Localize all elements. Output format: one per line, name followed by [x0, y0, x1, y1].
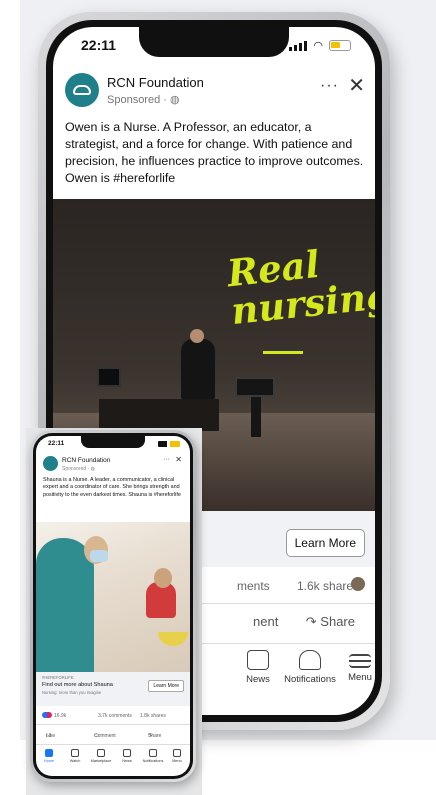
small-globe-icon: ◍	[90, 466, 96, 472]
small-menu-icon	[173, 749, 181, 757]
close-icon[interactable]: ✕	[348, 73, 365, 98]
post-header: RCN Foundation Sponsored · ◍ ··· ✕	[53, 71, 375, 115]
small-tab-marketplace[interactable]: Marketplace	[88, 749, 114, 763]
marketplace-icon	[97, 749, 105, 757]
sponsored-label: Sponsored · ◍	[107, 93, 180, 106]
tab-menu-label: Menu	[348, 672, 372, 683]
small-tab-marketplace-label: Marketplace	[90, 759, 112, 763]
small-comment-label: Comment	[94, 733, 116, 739]
small-share-label: Share	[148, 733, 162, 739]
news-icon	[247, 650, 269, 670]
small-tab-news[interactable]: News	[114, 749, 140, 763]
small-cta-bar: #HEREFORLIFE Find out more about Shauna …	[36, 672, 190, 706]
globe-icon: ◍	[169, 94, 180, 106]
stage-desk	[99, 399, 219, 431]
small-tab-watch[interactable]: Watch	[62, 749, 88, 763]
small-tab-home[interactable]: Home	[36, 749, 62, 763]
small-learn-more-button[interactable]: Learn More	[148, 680, 184, 692]
small-cta-title: Find out more about Shauna	[42, 682, 113, 688]
lectern-shape	[235, 377, 275, 397]
reaction-icons	[42, 712, 52, 718]
page-avatar[interactable]	[65, 73, 99, 107]
shares-count[interactable]: 1.6k shares	[297, 579, 359, 593]
face-mask	[90, 550, 108, 562]
small-page-name[interactable]: RCN Foundation	[62, 457, 110, 464]
yellow-bowl	[158, 632, 188, 646]
small-notch	[81, 436, 145, 448]
tab-menu[interactable]: Menu	[325, 650, 375, 683]
small-more-options-icon[interactable]: ···	[163, 456, 170, 463]
small-phone-screen: 22:11 RCN Foundation Sponsored · ◍ ··· ✕…	[36, 436, 190, 776]
signal-icon	[289, 40, 308, 51]
small-sponsored-text: Sponsored ·	[62, 466, 91, 472]
monitor-shape	[97, 367, 121, 387]
share-label: Share	[320, 614, 355, 629]
status-time: 22:11	[81, 37, 117, 53]
hero-rule	[263, 351, 303, 354]
small-post-text: Shauna is a Nurse. A leader, a communica…	[43, 477, 181, 498]
small-cta-subtitle: Nursing: more than you imagine	[42, 690, 102, 695]
ad-mockup-scene: 22:11 ◠ RCN Foundation Sponsored · ◍ ···…	[0, 0, 436, 795]
bell-icon	[299, 650, 321, 670]
small-likes-count[interactable]: 16.9k	[54, 713, 66, 719]
small-tab-notifications[interactable]: Notifications	[140, 749, 166, 763]
small-tab-watch-label: Watch	[69, 759, 81, 763]
notch	[139, 27, 289, 57]
status-icons: ◠	[289, 39, 351, 52]
small-news-icon	[123, 749, 131, 757]
sponsored-text: Sponsored ·	[107, 94, 170, 106]
viewer-avatar[interactable]	[351, 577, 365, 591]
small-cta-tag: #HEREFORLIFE	[42, 675, 74, 680]
small-tab-notifications-label: Notifications	[142, 759, 164, 763]
small-tab-home-label: Home	[43, 759, 55, 763]
hero-title: Real nursing	[225, 241, 375, 334]
share-icon: ↷	[305, 614, 321, 629]
share-button[interactable]: ↷ Share	[306, 614, 355, 630]
learn-more-button[interactable]: Learn More	[285, 529, 365, 557]
small-status-icons	[158, 441, 180, 447]
small-page-avatar[interactable]	[43, 456, 58, 471]
tab-news-label: News	[246, 674, 270, 685]
patient-head	[154, 568, 172, 588]
watch-icon	[71, 749, 79, 757]
presenter-head	[190, 329, 204, 343]
more-options-icon[interactable]: ···	[320, 77, 339, 95]
post-text: Owen is a Nurse. A Professor, an educato…	[65, 120, 364, 185]
small-ad-image[interactable]	[36, 522, 190, 672]
small-sponsored-label: Sponsored · ◍	[62, 466, 95, 472]
comments-count[interactable]: ments	[237, 579, 270, 593]
small-tab-menu[interactable]: Menu	[164, 749, 190, 763]
small-bottom-tab-bar: Home Watch Marketplace News Notification…	[36, 744, 190, 774]
small-tab-news-label: News	[122, 759, 132, 763]
small-close-icon[interactable]: ✕	[175, 455, 182, 464]
battery-icon	[329, 40, 351, 51]
small-like-label: Like	[46, 733, 56, 739]
small-comments-count[interactable]: 3.7k comments	[98, 713, 132, 719]
presenter-figure	[181, 339, 215, 399]
small-bell-icon	[149, 749, 157, 757]
foundation-logo-icon	[73, 85, 91, 95]
small-phone: 22:11 RCN Foundation Sponsored · ◍ ··· ✕…	[30, 430, 196, 782]
small-engagement-stats: 16.9k 3.7k comments 1.8k shares	[36, 710, 190, 722]
comment-button[interactable]: nent	[253, 614, 278, 629]
page-name[interactable]: RCN Foundation	[107, 75, 204, 90]
wifi-icon: ◠	[313, 40, 323, 52]
small-shares-count[interactable]: 1.8k shares	[140, 713, 166, 719]
menu-icon	[349, 654, 371, 668]
lectern-leg	[251, 397, 261, 437]
home-icon	[45, 749, 53, 757]
small-status-time: 22:11	[48, 440, 65, 447]
small-post-actions: 👍︎ Like ▭ Comment ↷ Share	[36, 724, 190, 739]
small-tab-menu-label: Menu	[172, 759, 182, 763]
